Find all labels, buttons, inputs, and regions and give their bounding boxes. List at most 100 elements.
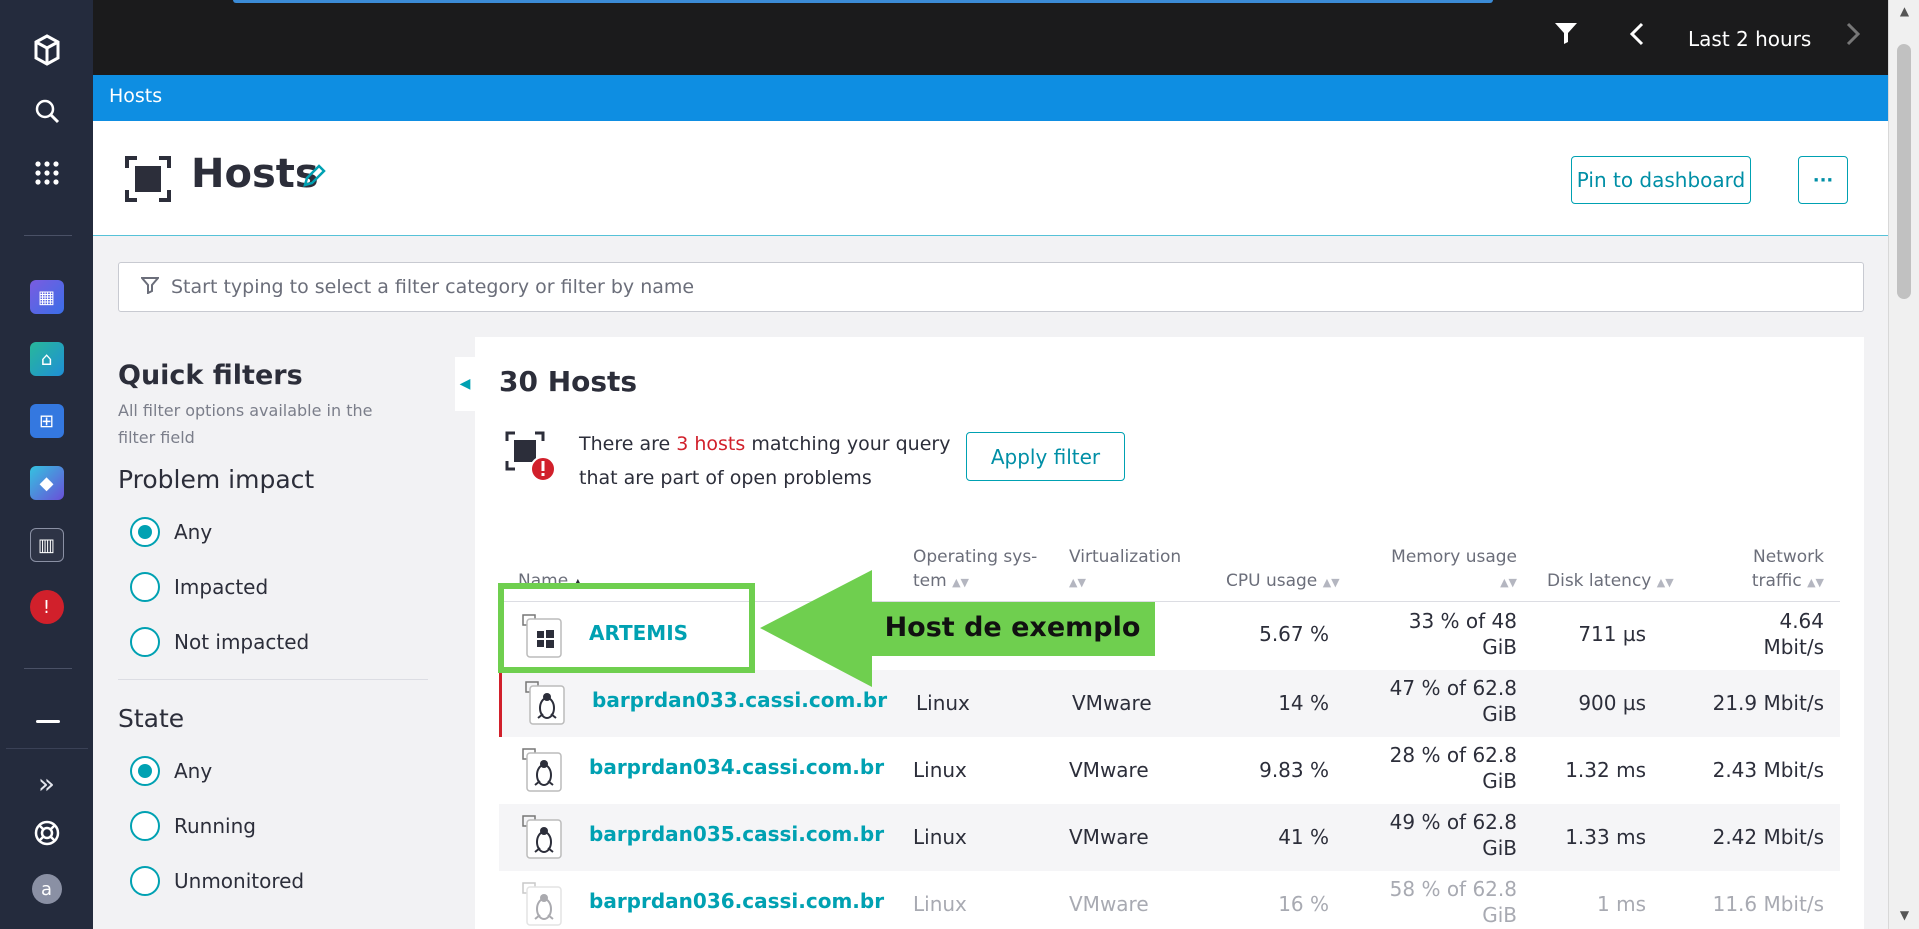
host-name-link[interactable]: barprdan033.cassi.com.br [592, 688, 887, 712]
host-name-link[interactable]: barprdan034.cassi.com.br [589, 755, 884, 779]
filter-icon [139, 275, 161, 299]
disk-latency: 1.32 ms [1565, 758, 1646, 782]
memory-value: 28 % of 62.8 [1389, 743, 1517, 767]
radio-button[interactable] [130, 810, 160, 841]
left-navigation: ▦ ⌂ ⊞ ◆ ▥ ! » a [0, 0, 93, 929]
network-traffic: 21.9 Mbit/s [1712, 691, 1824, 715]
problems-app-icon[interactable]: ! [0, 582, 93, 632]
nav-divider [6, 748, 88, 749]
operating-system: Linux [916, 691, 970, 715]
radio-state-unmonitored[interactable]: Unmonitored [118, 853, 428, 908]
memory-usage: 58 % of 62.8 GiB [1339, 876, 1517, 928]
hosts-count: 30 Hosts [499, 365, 638, 398]
column-header-disk[interactable]: Disk latency ▲▼ [1547, 569, 1674, 595]
infrastructure-app-icon[interactable]: ▦ [0, 272, 93, 322]
breadcrumb-hosts[interactable]: Hosts [109, 85, 162, 107]
linux-host-icon [521, 747, 565, 795]
sort-icon: ▲▼ [1322, 576, 1340, 589]
problem-prefix: There are [579, 433, 677, 455]
apps-grid-icon[interactable] [0, 148, 93, 198]
user-avatar[interactable]: a [0, 864, 93, 914]
pin-to-dashboard-button[interactable]: Pin to dashboard [1571, 156, 1751, 204]
table-row[interactable]: barprdan035.cassi.com.br Linux VMware 41… [499, 804, 1840, 871]
host-name-link[interactable]: barprdan036.cassi.com.br [589, 889, 884, 913]
scroll-up-icon[interactable]: ▲ [1889, 4, 1919, 18]
notebooks-app-icon[interactable]: ◆ [0, 458, 93, 508]
cpu-usage: 9.83 % [1259, 758, 1329, 782]
table-row[interactable]: barprdan036.cassi.com.br Linux VMware 16… [499, 871, 1840, 929]
radio-label: Unmonitored [174, 868, 305, 893]
radio-button[interactable] [130, 755, 160, 786]
filter-input[interactable] [171, 276, 1831, 298]
memory-usage: 49 % of 62.8 GiB [1339, 809, 1517, 861]
annotation-highlight-box [498, 583, 755, 673]
top-accent-bar [233, 0, 1493, 3]
nav-divider [24, 668, 72, 669]
column-label: Network [1753, 547, 1824, 567]
collapse-filters-icon[interactable]: ◀ [455, 357, 475, 411]
table-row[interactable]: barprdan033.cassi.com.br Linux VMware 14… [499, 670, 1840, 737]
linux-host-icon [521, 881, 565, 929]
sort-icon: ▲▼ [1807, 576, 1824, 589]
problem-message: There are 3 hosts matching your query th… [579, 427, 979, 495]
filter-bar[interactable] [118, 262, 1864, 312]
quick-filters-title: Quick filters [118, 360, 303, 391]
radio-problem-any[interactable]: Any [118, 504, 428, 559]
help-icon[interactable] [0, 808, 93, 858]
radio-button[interactable] [130, 571, 160, 602]
top-bar: Last 2 hours [93, 0, 1894, 75]
problem-mid: matching your query [745, 433, 951, 455]
scrollbar-thumb[interactable] [1897, 44, 1911, 299]
radio-button[interactable] [130, 865, 160, 896]
nav-divider [24, 235, 72, 236]
apply-filter-button[interactable]: Apply filter [966, 432, 1125, 481]
workflows-app-icon[interactable]: ⊞ [0, 396, 93, 446]
table-row[interactable]: barprdan034.cassi.com.br Linux VMware 9.… [499, 737, 1840, 804]
edit-pencil-icon[interactable] [301, 163, 327, 195]
page-scrollbar[interactable]: ▲ ▼ [1888, 0, 1919, 929]
filter-funnel-icon[interactable] [1553, 20, 1579, 46]
timeframe-prev-icon[interactable] [1629, 22, 1645, 46]
radio-problem-impacted[interactable]: Impacted [118, 559, 428, 614]
breadcrumb: Hosts [93, 75, 1888, 121]
quick-filters-panel: Quick filters All filter options availab… [118, 360, 428, 908]
radio-state-any[interactable]: Any [118, 743, 428, 798]
page-title: Hosts [191, 151, 319, 197]
column-label: Virtualization [1069, 547, 1182, 567]
radio-button[interactable] [130, 626, 160, 657]
column-label: Memory usage [1391, 547, 1517, 567]
memory-value: 33 % of 48 [1408, 609, 1517, 633]
column-header-network[interactable]: Network traffic ▲▼ [1719, 545, 1824, 595]
radio-label: Not impacted [174, 629, 310, 654]
quick-filters-subtitle: All filter options available in the filt… [118, 401, 373, 447]
operating-system: Linux [913, 825, 967, 849]
radio-label: Any [174, 758, 213, 783]
operating-system: Linux [913, 892, 967, 916]
network-traffic: 2.43 Mbit/s [1712, 758, 1824, 782]
column-header-memory[interactable]: Memory usage ▲▼ [1367, 545, 1517, 595]
more-options-button[interactable]: ··· [1798, 156, 1848, 204]
scroll-down-icon[interactable]: ▼ [1889, 908, 1919, 922]
page-header: Hosts Pin to dashboard ··· [93, 121, 1888, 236]
monitor-app-icon[interactable]: ▥ [0, 520, 93, 570]
host-name-link[interactable]: barprdan035.cassi.com.br [589, 822, 884, 846]
timeframe-next-icon[interactable] [1845, 22, 1861, 46]
memory-value: 58 % of 62.8 [1389, 877, 1517, 901]
dashboards-app-icon[interactable]: ⌂ [0, 334, 93, 384]
column-header-cpu[interactable]: CPU usage ▲▼ [1226, 569, 1340, 595]
radio-label: Impacted [174, 574, 269, 599]
radio-problem-not-impacted[interactable]: Not impacted [118, 614, 428, 669]
radio-state-running[interactable]: Running [118, 798, 428, 853]
expand-nav-icon[interactable]: » [0, 758, 93, 808]
radio-label: Any [174, 519, 213, 544]
radio-button[interactable] [130, 516, 160, 547]
nav-dock-handle[interactable] [36, 720, 60, 723]
search-icon[interactable] [0, 86, 93, 136]
state-label: State [118, 704, 185, 733]
dynatrace-logo-icon[interactable] [0, 25, 93, 75]
memory-value: 47 % of 62.8 [1389, 676, 1517, 700]
sort-icon: ▲▼ [1656, 576, 1674, 589]
timeframe-selector[interactable]: Last 2 hours [1688, 27, 1811, 51]
section-divider [118, 679, 428, 680]
problem-count: 3 hosts [676, 433, 746, 455]
